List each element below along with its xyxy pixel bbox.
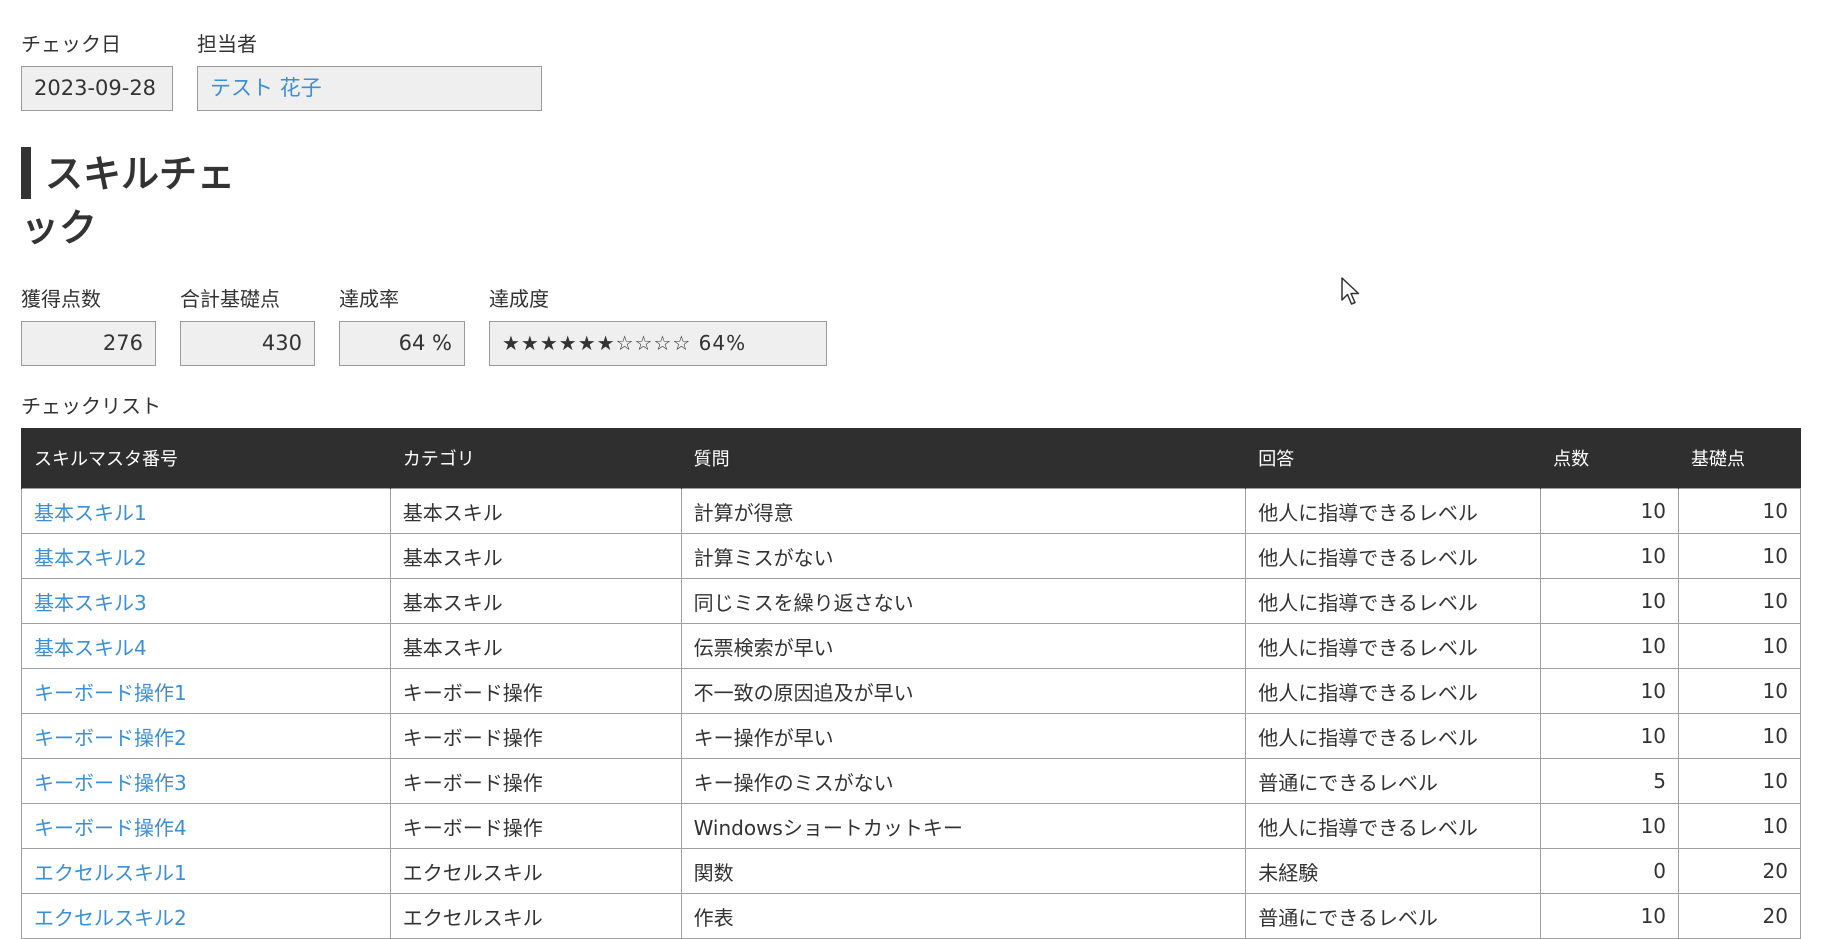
question-cell: 作表 [680, 893, 1247, 939]
base-points-cell: 20 [1678, 893, 1801, 939]
skill-link[interactable]: 基本スキル4 [21, 623, 391, 669]
points-cell: 10 [1540, 623, 1680, 669]
skill-link[interactable]: キーボード操作3 [21, 758, 391, 804]
question-cell: 伝票検索が早い [680, 623, 1247, 669]
person-label: 担当者 [197, 32, 257, 56]
question-cell: Windowsショートカットキー [680, 803, 1247, 849]
answer-cell: 他人に指導できるレベル [1245, 803, 1542, 849]
table-row: キーボード操作3 キーボード操作 キー操作のミスがない 普通にできるレベル 5 … [21, 758, 1801, 804]
points-cell: 10 [1540, 713, 1680, 759]
rate-field: 64 % [339, 321, 465, 366]
points-cell: 10 [1540, 578, 1680, 624]
header-points[interactable]: 点数 [1540, 428, 1679, 489]
question-cell: 計算が得意 [680, 488, 1247, 534]
points-cell: 10 [1540, 488, 1680, 534]
table-row: キーボード操作1 キーボード操作 不一致の原因追及が早い 他人に指導できるレベル… [21, 668, 1801, 714]
skill-link[interactable]: エクセルスキル2 [21, 893, 391, 939]
category-cell: キーボード操作 [389, 758, 682, 804]
question-cell: 同じミスを繰り返さない [680, 578, 1247, 624]
answer-cell: 他人に指導できるレベル [1245, 488, 1542, 534]
mouse-pointer-icon [1340, 276, 1362, 312]
skill-link[interactable]: キーボード操作1 [21, 668, 391, 714]
question-cell: 関数 [680, 848, 1247, 894]
answer-cell: 他人に指導できるレベル [1245, 668, 1542, 714]
base-points-cell: 10 [1678, 713, 1801, 759]
category-cell: キーボード操作 [389, 803, 682, 849]
base-points-cell: 10 [1678, 623, 1801, 669]
question-cell: キー操作が早い [680, 713, 1247, 759]
base-points-cell: 10 [1678, 803, 1801, 849]
category-cell: 基本スキル [389, 488, 682, 534]
skill-link[interactable]: エクセルスキル1 [21, 848, 391, 894]
table-row: 基本スキル1 基本スキル 計算が得意 他人に指導できるレベル 10 10 [21, 488, 1801, 534]
base-points-cell: 10 [1678, 533, 1801, 579]
question-cell: 不一致の原因追及が早い [680, 668, 1247, 714]
base-points-cell: 20 [1678, 848, 1801, 894]
skill-link[interactable]: 基本スキル3 [21, 578, 391, 624]
table-row: エクセルスキル1 エクセルスキル 関数 未経験 0 20 [21, 848, 1801, 894]
table-row: 基本スキル3 基本スキル 同じミスを繰り返さない 他人に指導できるレベル 10 … [21, 578, 1801, 624]
person-field[interactable]: テスト 花子 [197, 66, 542, 111]
points-cell: 10 [1540, 893, 1680, 939]
table-header-row: スキルマスタ番号 カテゴリ 質問 回答 点数 基礎点 [21, 428, 1801, 489]
table-row: キーボード操作2 キーボード操作 キー操作が早い 他人に指導できるレベル 10 … [21, 713, 1801, 759]
answer-cell: 他人に指導できるレベル [1245, 623, 1542, 669]
answer-cell: 他人に指導できるレベル [1245, 533, 1542, 579]
header-question[interactable]: 質問 [680, 428, 1246, 489]
header-base-points[interactable]: 基礎点 [1678, 428, 1801, 489]
checklist-title: チェックリスト [21, 394, 161, 418]
category-cell: 基本スキル [389, 533, 682, 579]
answer-cell: 他人に指導できるレベル [1245, 713, 1542, 759]
skill-link[interactable]: キーボード操作2 [21, 713, 391, 759]
points-cell: 10 [1540, 533, 1680, 579]
points-cell: 5 [1540, 758, 1680, 804]
base-points-cell: 10 [1678, 488, 1801, 534]
answer-cell: 他人に指導できるレベル [1245, 578, 1542, 624]
base-points-cell: 10 [1678, 578, 1801, 624]
table-row: 基本スキル4 基本スキル 伝票検索が早い 他人に指導できるレベル 10 10 [21, 623, 1801, 669]
base-total-label: 合計基礎点 [180, 287, 280, 311]
points-label: 獲得点数 [21, 287, 101, 311]
points-field: 276 [21, 321, 156, 366]
category-cell: 基本スキル [389, 623, 682, 669]
table-row: 基本スキル2 基本スキル 計算ミスがない 他人に指導できるレベル 10 10 [21, 533, 1801, 579]
answer-cell: 普通にできるレベル [1245, 758, 1542, 804]
answer-cell: 未経験 [1245, 848, 1542, 894]
category-cell: キーボード操作 [389, 668, 682, 714]
points-cell: 0 [1540, 848, 1680, 894]
category-cell: キーボード操作 [389, 713, 682, 759]
question-cell: キー操作のミスがない [680, 758, 1247, 804]
degree-field: ★★★★★★☆☆☆☆ 64% [489, 321, 827, 366]
category-cell: エクセルスキル [389, 893, 682, 939]
title-line-2: ック [21, 206, 98, 250]
skill-link[interactable]: 基本スキル1 [21, 488, 391, 534]
title-line-1: スキルチェ [45, 152, 236, 196]
rate-label: 達成率 [339, 287, 399, 311]
check-date-label: チェック日 [21, 32, 121, 56]
points-cell: 10 [1540, 803, 1680, 849]
table-row: エクセルスキル2 エクセルスキル 作表 普通にできるレベル 10 20 [21, 893, 1801, 939]
question-cell: 計算ミスがない [680, 533, 1247, 579]
category-cell: エクセルスキル [389, 848, 682, 894]
header-skill-master-no[interactable]: スキルマスタ番号 [21, 428, 391, 489]
title-accent-bar [21, 147, 31, 199]
base-points-cell: 10 [1678, 758, 1801, 804]
check-date-field[interactable]: 2023-09-28 [21, 66, 173, 111]
base-points-cell: 10 [1678, 668, 1801, 714]
category-cell: 基本スキル [389, 578, 682, 624]
header-category[interactable]: カテゴリ [389, 428, 682, 489]
skill-link[interactable]: キーボード操作4 [21, 803, 391, 849]
degree-label: 達成度 [489, 287, 549, 311]
base-total-field: 430 [180, 321, 315, 366]
answer-cell: 普通にできるレベル [1245, 893, 1542, 939]
skill-link[interactable]: 基本スキル2 [21, 533, 391, 579]
checklist-table: スキルマスタ番号 カテゴリ 質問 回答 点数 基礎点 基本スキル1 基本スキル … [21, 428, 1801, 939]
table-row: キーボード操作4 キーボード操作 Windowsショートカットキー 他人に指導で… [21, 803, 1801, 849]
points-cell: 10 [1540, 668, 1680, 714]
header-answer[interactable]: 回答 [1245, 428, 1541, 489]
